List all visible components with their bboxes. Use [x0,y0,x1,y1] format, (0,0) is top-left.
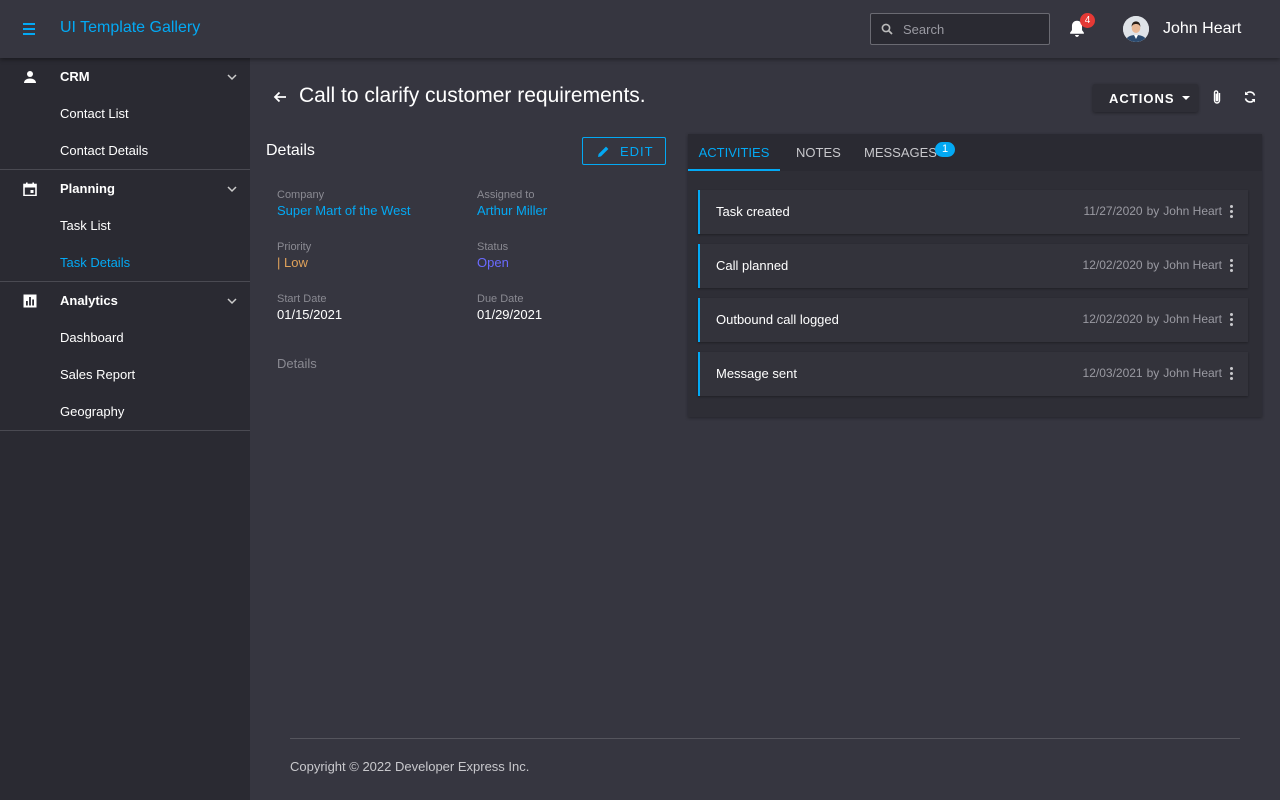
search-box[interactable] [870,13,1050,45]
footer-copyright: Copyright © 2022 Developer Express Inc. [290,759,530,774]
sidebar-item-task-details[interactable]: Task Details [0,244,250,281]
due-date-label: Due Date [477,293,524,305]
sidebar-group-planning: Planning Task List Task Details [0,170,250,282]
sidebar-item-sales-report[interactable]: Sales Report [0,356,250,393]
sidebar-group-label: Planning [60,181,115,196]
menu-icon[interactable] [20,19,40,39]
more-options-icon[interactable] [1227,366,1237,382]
sidebar-item-contact-list[interactable]: Contact List [0,95,250,132]
pencil-icon [598,146,609,157]
due-date-value: 01/29/2021 [477,307,543,322]
activity-by: by [1146,366,1160,380]
status-field: Status Open [477,241,509,270]
assigned-link[interactable]: Arthur Miller [477,203,547,218]
activity-date: 11/27/2020 [1083,204,1143,218]
chart-icon [23,294,37,308]
sidebar-group-analytics: Analytics Dashboard Sales Report Geograp… [0,282,250,431]
sidebar-item-dashboard[interactable]: Dashboard [0,319,250,356]
activity-name: Call planned [716,258,789,273]
due-date-field: Due Date 01/29/2021 [477,293,542,322]
details-heading: Details [266,142,315,159]
actions-label: ACTIONS [1109,91,1175,106]
company-field: Company Super Mart of the West [277,189,410,218]
activity-date: 12/02/2020 [1082,312,1143,326]
edit-label: EDIT [620,144,654,159]
tab-bar: ACTIVITIES NOTES MESSAGES 1 [688,134,1262,171]
activity-meta: 12/02/2020 by John Heart [1054,312,1222,326]
assigned-label: Assigned to [477,189,535,201]
activity-date: 12/02/2020 [1082,258,1143,272]
sidebar-group-header-planning[interactable]: Planning [0,170,250,207]
tab-activities[interactable]: ACTIVITIES [688,134,780,171]
chevron-down-icon [227,186,237,193]
sidebar-group-header-crm[interactable]: CRM [0,58,250,95]
start-date-value: 01/15/2021 [277,307,343,322]
company-link[interactable]: Super Mart of the West [277,203,410,218]
status-label: Status [477,241,509,253]
activity-name: Message sent [716,366,797,381]
activity-item: Outbound call logged 12/02/2020 by John He… [698,298,1248,342]
person-icon [24,71,36,83]
activity-by: by [1146,312,1160,326]
actions-button[interactable]: ACTIONS [1093,84,1198,112]
activity-meta: 12/02/2020 by John Heart [1054,258,1222,272]
activity-author: John Heart [1163,366,1222,380]
footer-divider [290,738,1240,739]
edit-button[interactable]: EDIT [582,137,666,165]
activity-meta: 12/03/2021 by John Heart [1054,366,1222,380]
page-title: Call to clarify customer requirements. [299,84,646,107]
priority-label: Priority [277,241,312,253]
refresh-icon[interactable] [1242,89,1258,105]
details-description-label: Details [277,356,317,371]
user-photo-icon [1123,16,1149,42]
priority-field: Priority | Low [277,241,311,270]
assigned-field: Assigned to Arthur Miller [477,189,547,218]
start-date-field: Start Date 01/15/2021 [277,293,342,322]
sidebar-item-contact-details[interactable]: Contact Details [0,132,250,169]
activity-date: 12/03/2021 [1082,366,1143,380]
activity-panel: ACTIVITIES NOTES MESSAGES 1 Task created… [688,134,1262,417]
activity-author: John Heart [1163,204,1222,218]
more-options-icon[interactable] [1227,312,1237,328]
activity-author: John Heart [1163,258,1222,272]
activity-author: John Heart [1163,312,1222,326]
activity-name: Task created [716,204,790,219]
tab-messages[interactable]: MESSAGES [864,134,937,171]
sidebar-item-geography[interactable]: Geography [0,393,250,430]
company-label: Company [277,189,325,201]
more-options-icon[interactable] [1227,258,1237,274]
attachment-icon[interactable] [1209,89,1225,105]
messages-badge: 1 [935,142,955,157]
chevron-down-icon [227,74,237,81]
status-value: Open [477,255,509,270]
sidebar-group-label: Analytics [60,293,118,308]
activity-by: by [1146,204,1160,218]
more-options-icon[interactable] [1227,204,1237,220]
chevron-down-icon [227,298,237,305]
activity-meta: 11/27/2020 by John Heart [1054,204,1222,218]
sidebar: CRM Contact List Contact Details Plannin… [0,58,250,800]
activity-by: by [1146,258,1160,272]
activity-item: Message sent 12/03/2021 by John Heart [698,352,1248,396]
sidebar-item-task-list[interactable]: Task List [0,207,250,244]
priority-value: | Low [277,255,308,270]
start-date-label: Start Date [277,293,327,305]
user-name[interactable]: John Heart [1163,20,1241,38]
app-title[interactable]: UI Template Gallery [60,19,200,37]
app-header: UI Template Gallery 4 John Heart [0,0,1280,58]
notification-badge: 4 [1080,13,1095,28]
activity-item: Task created 11/27/2020 by John Heart [698,190,1248,234]
search-icon [881,23,893,35]
avatar[interactable] [1123,16,1149,42]
back-arrow-icon[interactable] [272,89,288,105]
caret-down-icon [1182,96,1190,100]
search-input[interactable] [903,14,1043,44]
calendar-icon [23,182,37,196]
sidebar-group-label: CRM [60,69,90,84]
tab-notes[interactable]: NOTES [796,134,841,171]
sidebar-group-header-analytics[interactable]: Analytics [0,282,250,319]
activity-name: Outbound call logged [716,312,839,327]
activity-item: Call planned 12/02/2020 by John Heart [698,244,1248,288]
sidebar-group-crm: CRM Contact List Contact Details [0,58,250,170]
